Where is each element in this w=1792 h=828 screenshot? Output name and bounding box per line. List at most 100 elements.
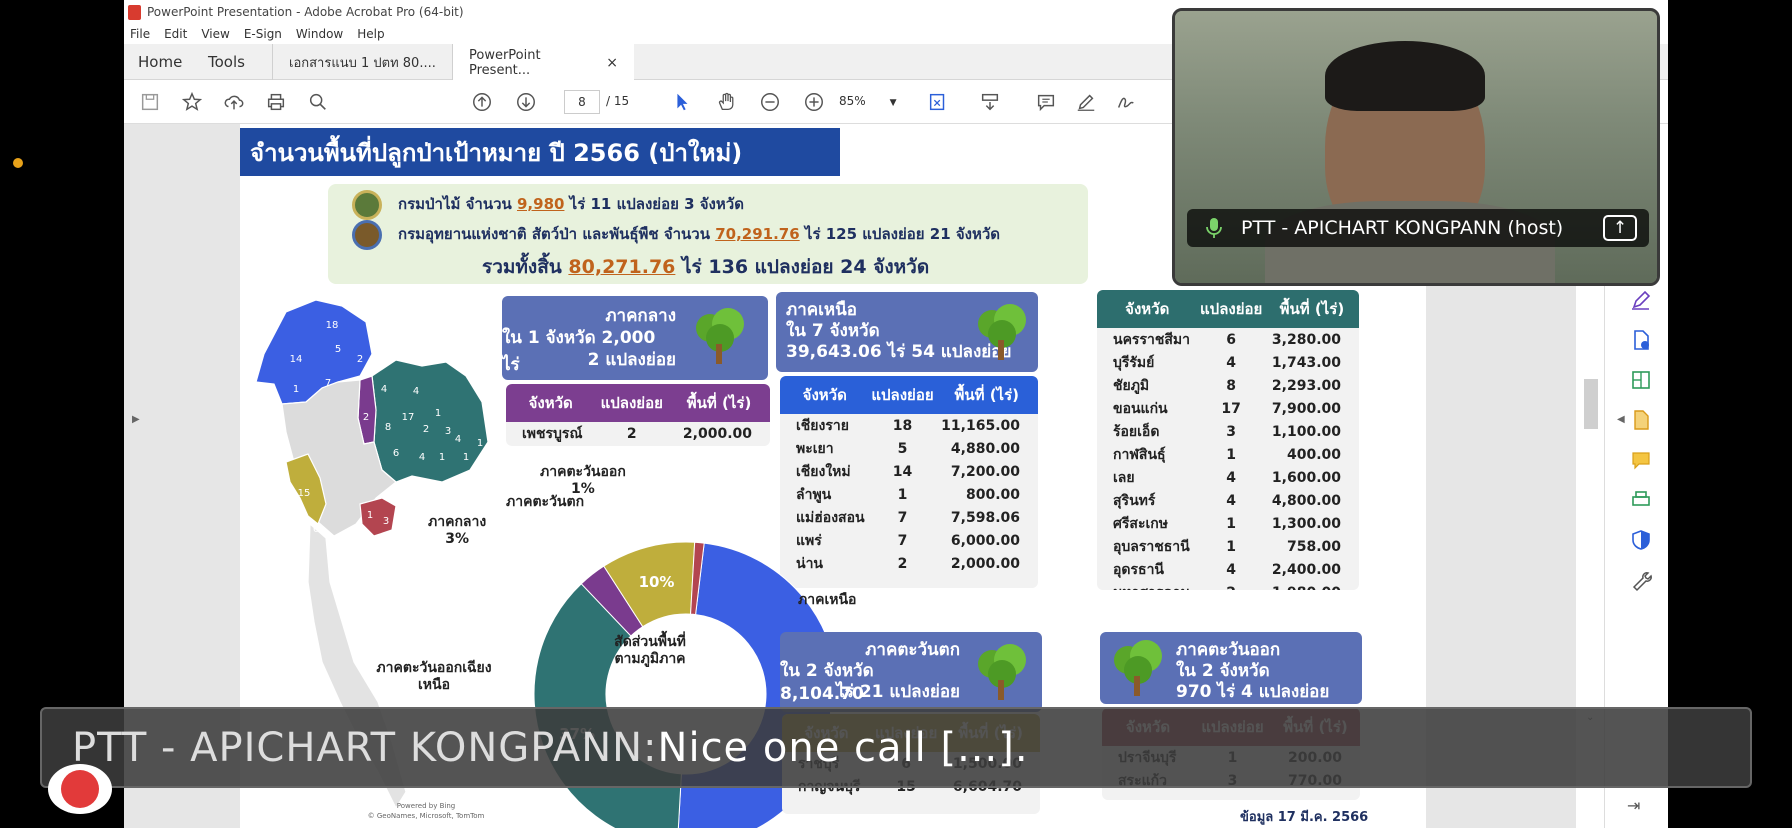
participant-name-bar: PTT - APICHART KONGPANN (host) ↑ [1187,209,1649,247]
export-pdf-icon[interactable] [1629,328,1653,352]
cell-area: 1,100.00 [1271,423,1341,440]
tab-home[interactable]: Home [138,44,182,80]
fill-sign-icon[interactable] [1629,288,1653,312]
table-row: ศรีสะเกษ 1 1,300.00 [1097,512,1359,535]
cell-area: 800.00 [965,486,1020,503]
menu-esign[interactable]: E-Sign [244,27,282,41]
menu-file[interactable]: File [130,27,150,41]
northeast-table: จังหวัด แปลงย่อย พื้นที่ (ไร่) นครราชสีมา 6… [1097,290,1359,590]
map-number: 7 [325,378,331,389]
share-arrow-up-icon[interactable]: ↑ [1603,215,1637,241]
cell-plots: 4 [1226,469,1237,486]
zoom-in-icon[interactable] [802,90,826,114]
map-number: 4 [413,386,419,397]
menu-view[interactable]: View [201,27,229,41]
map-credit-1: Powered by Bing [397,802,455,810]
more-tools-icon[interactable] [1629,568,1653,592]
print-production-icon[interactable] [1629,488,1653,512]
cell-plots: 2 [626,425,637,442]
pie-label-central-pct: 3% [445,531,469,547]
tree-icon [978,304,1026,360]
zoom-level-select[interactable]: 85% ▼ [839,94,897,108]
table-row: เพชรบูรณ์ 2 2,000.00 [506,422,770,445]
comment-tool-icon[interactable] [1629,448,1653,472]
cell-plots: 2 [1198,581,1265,591]
collapse-panel-icon[interactable]: ◀ [1617,414,1625,425]
pie-label-west: ภาคตะวันตก [506,494,585,510]
scrollbar-thumb[interactable] [1584,379,1598,429]
data-date: ข้อมูล 17 มี.ค. 2566 [1240,810,1369,825]
menu-help[interactable]: Help [357,27,384,41]
cell-area: 7,200.00 [950,463,1020,480]
map-number: 17 [402,412,415,423]
west-plots: ไร่ 21 แปลงย่อย [836,682,960,702]
map-number: 4 [419,452,425,463]
left-panel-toggle-icon[interactable]: ▶ [132,414,140,425]
tab-document-1[interactable]: เอกสารแนบ 1 ปตท 80.... [272,44,458,80]
table-row: อุบลราชธานี 1 758.00 [1097,535,1359,558]
tab-close-icon[interactable]: × [606,55,618,71]
cell-province: พะเยา [796,440,834,457]
map-number: 4 [455,434,461,445]
select-arrow-icon[interactable] [670,90,694,114]
cell-plots: 5 [897,440,908,457]
tree-icon [978,644,1026,700]
expand-panel-icon[interactable]: ⇥ [1627,796,1640,815]
cell-area: 1,300.00 [1271,515,1341,532]
comment-icon[interactable] [1034,90,1058,114]
map-number: 5 [335,344,341,355]
cell-area: 6,000.00 [950,532,1020,549]
tree-icon [696,308,744,364]
cell-province: ชัยภูมิ [1113,377,1150,394]
cell-plots: 7 [897,509,908,526]
print-icon[interactable] [264,90,288,114]
summary-line-2-value: 70,291.76 [715,225,800,243]
pen-icon[interactable] [1074,90,1098,114]
save-icon[interactable] [138,90,162,114]
map-number: 2 [357,354,363,365]
central-region-box: ภาคกลาง ใน 1 จังหวัด 2,000 ไร่ 2 แปลงย่อ… [502,296,768,380]
zoom-out-icon[interactable] [758,90,782,114]
forest-department-logo [352,190,382,220]
sign-icon[interactable] [1114,90,1138,114]
organize-pages-icon[interactable] [1629,368,1653,392]
mute-button[interactable] [48,764,112,814]
edit-pdf-icon[interactable] [1629,408,1653,432]
pie-center-label: สัดส่วนพื้นที่ ตามภูมิภาค [586,634,714,668]
tab-tools[interactable]: Tools [208,44,245,80]
cell-plots: 4 [1226,492,1237,509]
west-region-box: ภาคตะวันตก ใน 2 จังหวัด 8,104.70 ไร่ 21 … [780,632,1042,712]
upload-cloud-icon[interactable] [222,90,246,114]
cell-plots: 3 [1226,423,1237,440]
map-number: 6 [313,524,319,535]
fit-page-icon[interactable] [926,90,950,114]
cell-province: อุบลราชธานี [1113,538,1190,555]
tab-document-1-label: เอกสารแนบ 1 ปตท 80.... [289,55,436,71]
video-tile[interactable]: PTT - APICHART KONGPANN (host) ↑ [1172,8,1660,286]
pie-label-northeast: ภาคตะวันออกเฉียงเหนือ [376,660,492,693]
pie-center-line-1: สัดส่วนพื้นที่ [614,634,686,650]
cell-area: 11,165.00 [941,417,1020,434]
protect-shield-icon[interactable] [1629,528,1653,552]
cell-plots: 4 [1226,561,1237,578]
scroll-mode-icon[interactable] [978,90,1002,114]
bookmark-star-icon[interactable] [180,90,204,114]
col-area: พื้นที่ (ไร่) [954,386,1020,404]
cell-area: 400.00 [1286,446,1341,463]
summary-total-value: 80,271.76 [568,256,676,278]
cell-province: กาฬสินธุ์ [1113,446,1166,463]
mic-muted-icon [61,770,99,808]
menu-window[interactable]: Window [296,27,343,41]
caption-text: Nice one call [...]. [657,724,1029,771]
tab-document-2[interactable]: PowerPoint Present... × [452,44,634,81]
page-up-icon[interactable] [470,90,494,114]
page-number-input[interactable]: 8 [564,90,600,114]
page-down-icon[interactable] [514,90,538,114]
hand-icon[interactable] [714,90,738,114]
search-zoom-icon[interactable] [306,90,330,114]
cell-province: มหาสารคาม [1097,581,1198,591]
menu-edit[interactable]: Edit [164,27,187,41]
col-province: จังหวัด [802,386,847,404]
cell-area: 7,900.00 [1271,400,1341,417]
cell-province: เพชรบูรณ์ [522,425,583,442]
